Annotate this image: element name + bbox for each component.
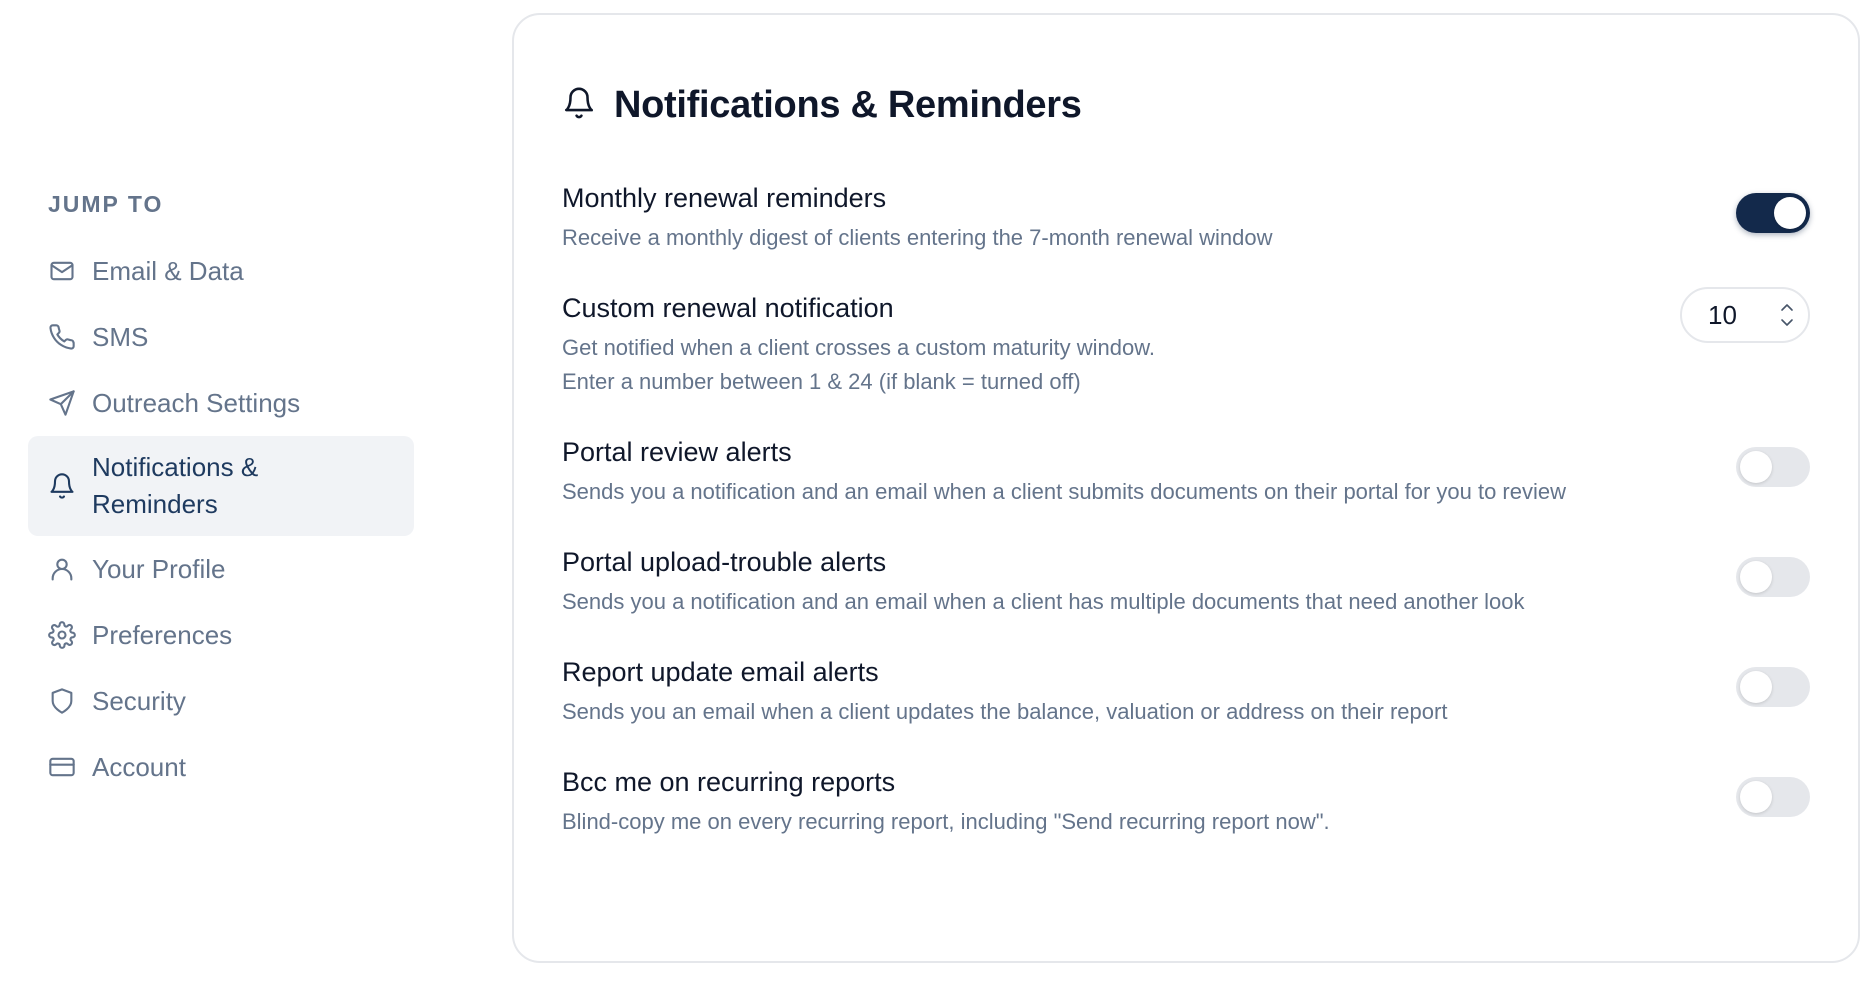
setting-description: Blind-copy me on every recurring report,… bbox=[562, 809, 1330, 834]
stepper-arrows bbox=[1780, 302, 1794, 328]
setting-bcc-recurring-reports: Bcc me on recurring reports Blind-copy m… bbox=[562, 763, 1810, 839]
setting-description-secondary: Enter a number between 1 & 24 (if blank … bbox=[562, 369, 1081, 394]
custom-renewal-months-input[interactable] bbox=[1708, 299, 1768, 331]
card-header: Notifications & Reminders bbox=[562, 67, 1810, 143]
settings-list: Monthly renewal reminders Receive a mont… bbox=[562, 179, 1810, 839]
setting-description: Receive a monthly digest of clients ente… bbox=[562, 225, 1273, 250]
setting-description: Sends you an email when a client updates… bbox=[562, 699, 1448, 724]
jump-to-heading: JUMP TO bbox=[48, 191, 164, 217]
phone-icon bbox=[48, 323, 76, 351]
mail-icon bbox=[48, 257, 76, 285]
sidebar-item-account[interactable]: Account bbox=[28, 734, 414, 800]
setting-title: Custom renewal notification bbox=[562, 293, 894, 323]
monthly-renewal-reminders-toggle[interactable] bbox=[1736, 193, 1810, 233]
sidebar-item-label: Preferences bbox=[92, 619, 233, 650]
gear-icon bbox=[48, 621, 76, 649]
setting-portal-upload-trouble-alerts: Portal upload-trouble alerts Sends you a… bbox=[562, 543, 1810, 619]
setting-title: Bcc me on recurring reports bbox=[562, 767, 896, 797]
sidebar-item-label: Security bbox=[92, 685, 186, 716]
sidebar-item-label: Outreach Settings bbox=[92, 387, 301, 418]
sidebar-item-label: Your Profile bbox=[92, 553, 226, 584]
sidebar-item-email-data[interactable]: Email & Data bbox=[28, 238, 414, 304]
bell-icon bbox=[562, 86, 596, 125]
sidebar-item-label: SMS bbox=[92, 321, 149, 352]
toggle-knob bbox=[1740, 451, 1772, 483]
sidebar-item-your-profile[interactable]: Your Profile bbox=[28, 536, 414, 602]
toggle-knob bbox=[1740, 671, 1772, 703]
setting-title: Portal upload-trouble alerts bbox=[562, 547, 887, 577]
toggle-knob bbox=[1740, 781, 1772, 813]
setting-title: Portal review alerts bbox=[562, 437, 792, 467]
credit-card-icon bbox=[48, 753, 76, 781]
sidebar-item-label: Account bbox=[92, 751, 186, 782]
sidebar-item-security[interactable]: Security bbox=[28, 668, 414, 734]
setting-title: Monthly renewal reminders bbox=[562, 183, 887, 213]
setting-custom-renewal-notification: Custom renewal notification Get notified… bbox=[562, 287, 1810, 399]
sidebar-item-preferences[interactable]: Preferences bbox=[28, 602, 414, 668]
setting-monthly-renewal-reminders: Monthly renewal reminders Receive a mont… bbox=[562, 179, 1810, 255]
portal-review-alerts-toggle[interactable] bbox=[1736, 447, 1810, 487]
custom-renewal-months-stepper[interactable] bbox=[1680, 287, 1810, 343]
report-update-email-alerts-toggle[interactable] bbox=[1736, 667, 1810, 707]
toggle-knob bbox=[1774, 197, 1806, 229]
send-icon bbox=[48, 389, 76, 417]
sidebar-item-sms[interactable]: SMS bbox=[28, 304, 414, 370]
sidebar-item-notifications-reminders[interactable]: Notifications & Reminders bbox=[28, 436, 414, 536]
chevron-up-icon[interactable] bbox=[1780, 302, 1794, 312]
page-title: Notifications & Reminders bbox=[614, 83, 1082, 126]
setting-portal-review-alerts: Portal review alerts Sends you a notific… bbox=[562, 433, 1810, 509]
settings-page: JUMP TO Email & Data SMS Outreach Settin… bbox=[0, 0, 1872, 982]
setting-description: Get notified when a client crosses a cus… bbox=[562, 335, 1156, 360]
sidebar-item-label: Notifications & Reminders bbox=[92, 452, 259, 519]
shield-icon bbox=[48, 687, 76, 715]
setting-title: Report update email alerts bbox=[562, 657, 879, 687]
user-icon bbox=[48, 555, 76, 583]
chevron-down-icon[interactable] bbox=[1780, 318, 1794, 328]
bcc-recurring-reports-toggle[interactable] bbox=[1736, 777, 1810, 817]
bell-icon bbox=[48, 472, 76, 500]
setting-report-update-email-alerts: Report update email alerts Sends you an … bbox=[562, 653, 1810, 729]
setting-description: Sends you a notification and an email wh… bbox=[562, 589, 1525, 614]
sidebar-item-outreach-settings[interactable]: Outreach Settings bbox=[28, 370, 414, 436]
jump-to-sidebar: JUMP TO Email & Data SMS Outreach Settin… bbox=[28, 186, 414, 800]
sidebar-item-label: Email & Data bbox=[92, 255, 244, 286]
portal-upload-trouble-alerts-toggle[interactable] bbox=[1736, 557, 1810, 597]
notifications-card: Notifications & Reminders Monthly renewa… bbox=[512, 13, 1860, 963]
toggle-knob bbox=[1740, 561, 1772, 593]
setting-description: Sends you a notification and an email wh… bbox=[562, 479, 1566, 504]
